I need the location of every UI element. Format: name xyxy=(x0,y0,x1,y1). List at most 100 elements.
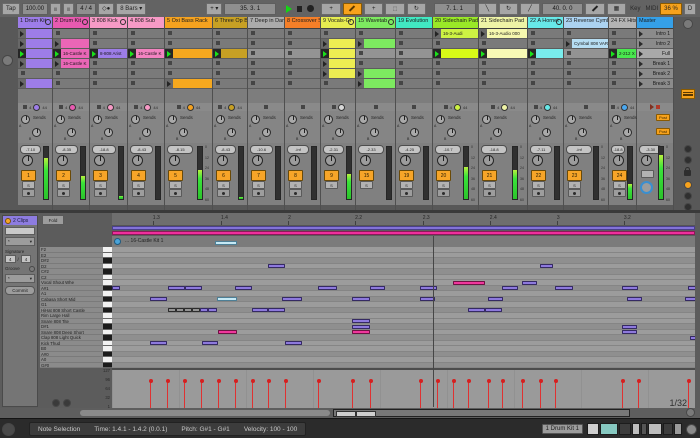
midi-note[interactable] xyxy=(352,324,370,329)
scene-slot[interactable]: Break 1 xyxy=(637,59,673,69)
device-thumbnail[interactable] xyxy=(641,423,647,435)
midi-note[interactable] xyxy=(622,324,637,329)
clip-launch-button[interactable] xyxy=(18,49,26,58)
clip-slot[interactable] xyxy=(356,79,395,89)
clip-slot[interactable] xyxy=(356,29,395,39)
clip-slot[interactable] xyxy=(128,39,164,49)
clip-body[interactable] xyxy=(26,39,52,48)
scene-launch-button[interactable] xyxy=(637,79,645,88)
track-activator-button[interactable]: 2 xyxy=(56,170,71,181)
solo-button[interactable]: S xyxy=(132,181,145,189)
volume-db-display[interactable]: -inf xyxy=(287,145,309,154)
velocity-stem[interactable] xyxy=(686,379,691,408)
clip-slot[interactable] xyxy=(356,59,395,69)
track-activator-button[interactable]: 9 xyxy=(324,170,339,181)
midi-note[interactable] xyxy=(685,297,695,302)
velocity-stem[interactable] xyxy=(148,379,153,408)
clip-body[interactable]: 16-Castle K xyxy=(61,59,89,68)
stop-all-clips-icon[interactable] xyxy=(443,105,448,109)
clip-launch-button[interactable] xyxy=(18,29,26,38)
clip-body[interactable] xyxy=(173,79,212,88)
track-activator-button[interactable]: 23 xyxy=(567,170,582,181)
send-a-knob[interactable] xyxy=(567,115,576,124)
scene-slot[interactable]: Break 3 xyxy=(637,79,673,89)
send-b-knob[interactable] xyxy=(142,128,151,137)
clip-launch-button[interactable] xyxy=(53,59,61,68)
clip-launch-button[interactable] xyxy=(356,69,364,78)
scene-slot[interactable]: Full xyxy=(637,49,673,59)
midi-note[interactable] xyxy=(352,297,370,302)
clip-launch-button[interactable] xyxy=(479,49,487,58)
solo-button[interactable]: S xyxy=(437,181,450,189)
send-b-knob[interactable] xyxy=(335,128,344,137)
mixer-view-toggle-icon[interactable] xyxy=(681,89,695,99)
clip-signature-menu[interactable]: * ▾ xyxy=(5,237,35,246)
velocity-stem[interactable] xyxy=(316,379,321,408)
solo-button[interactable]: S xyxy=(94,181,107,189)
velocity-stem[interactable] xyxy=(233,379,238,408)
midi-note-selected[interactable] xyxy=(217,297,237,302)
clip-slot[interactable] xyxy=(321,59,355,69)
solo-button[interactable]: S xyxy=(483,181,496,189)
clip-slot[interactable] xyxy=(165,69,212,79)
track-header-15[interactable]: 15 Wavetab xyxy=(356,17,395,29)
nudge-up-button[interactable]: ||| xyxy=(63,2,75,15)
device-thumbnail[interactable] xyxy=(632,423,640,435)
midi-note[interactable] xyxy=(627,297,642,302)
arrangement-position-display[interactable]: 35. 3. 1 xyxy=(224,2,276,15)
clip-slot[interactable] xyxy=(285,29,320,39)
track-header-7[interactable]: 7 Deep in Dark xyxy=(248,17,284,29)
scene-slot[interactable]: Intro 1 xyxy=(637,29,673,39)
clip-slot[interactable] xyxy=(609,29,636,39)
volume-db-display[interactable]: -inf xyxy=(566,145,592,154)
clip-slot[interactable] xyxy=(396,79,432,89)
track-header-1[interactable]: 1 Drum Kit xyxy=(18,17,52,29)
clip-body[interactable] xyxy=(364,39,395,48)
stop-all-clips-icon[interactable] xyxy=(491,105,496,109)
midi-note[interactable] xyxy=(150,341,167,346)
track-header-6[interactable]: 6 Three Op Ba xyxy=(213,17,247,29)
midi-note[interactable] xyxy=(252,308,268,313)
clip-slot[interactable] xyxy=(321,49,355,59)
scene-launch-button[interactable] xyxy=(637,29,645,38)
pan-knob[interactable] xyxy=(94,155,105,166)
device-thumbnail[interactable] xyxy=(648,423,662,435)
pan-knob[interactable] xyxy=(641,155,652,166)
clip-slot[interactable] xyxy=(18,59,52,69)
reenable-automation-icon[interactable]: ↻ xyxy=(406,2,426,15)
clip-body[interactable] xyxy=(61,39,89,48)
send-b-knob[interactable] xyxy=(227,128,236,137)
clip-slot[interactable] xyxy=(396,29,432,39)
midi-note[interactable] xyxy=(150,297,167,302)
clip-name-field[interactable] xyxy=(5,227,35,235)
pan-knob[interactable] xyxy=(613,155,624,166)
clip-slot[interactable] xyxy=(90,79,127,89)
clip-launch-button[interactable] xyxy=(609,49,617,58)
send-a-knob[interactable] xyxy=(399,115,408,124)
velocity-stem[interactable] xyxy=(368,379,373,408)
clip-slot[interactable] xyxy=(248,49,284,59)
clip-body[interactable] xyxy=(26,49,52,58)
clip-slot[interactable] xyxy=(564,29,608,39)
velocity-stem[interactable] xyxy=(636,379,641,408)
clip-launch-button[interactable] xyxy=(18,79,26,88)
arm-button[interactable] xyxy=(217,189,230,197)
group-unfold-icon[interactable] xyxy=(120,19,126,25)
track-activator-button[interactable]: 7 xyxy=(251,170,266,181)
track-header-4[interactable]: 4 808 Sub xyxy=(128,17,164,29)
clip-body[interactable] xyxy=(173,49,212,58)
clip-launch-button[interactable] xyxy=(53,39,61,48)
scene-slot[interactable]: Intro 2 xyxy=(637,39,673,49)
send-a-knob[interactable] xyxy=(21,115,30,124)
clip-slot[interactable] xyxy=(18,29,52,39)
track-header-5[interactable]: 5 Oxi Bass Rack xyxy=(165,17,212,29)
solo-button[interactable]: S xyxy=(568,181,581,189)
clip-launch-button[interactable] xyxy=(321,49,329,58)
track-activator-button[interactable]: 15 xyxy=(359,170,374,181)
velocity-stem[interactable] xyxy=(620,379,625,408)
stop-all-clips-icon[interactable] xyxy=(176,105,181,109)
pan-knob[interactable] xyxy=(289,155,300,166)
mixer-section-toggle-icon[interactable] xyxy=(684,192,692,200)
midi-note[interactable] xyxy=(420,286,437,291)
clip-body[interactable]: 8-808 Arist xyxy=(98,49,127,58)
